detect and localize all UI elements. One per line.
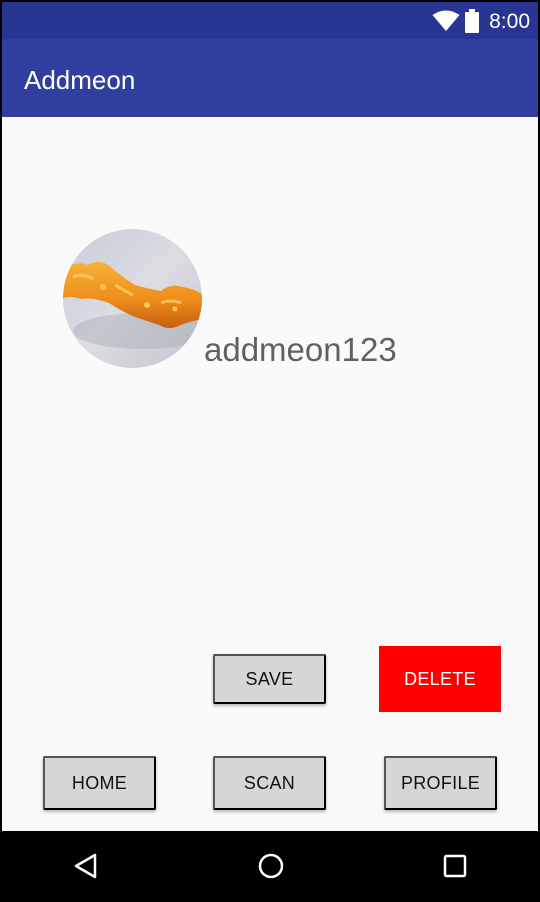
save-button[interactable]: SAVE — [213, 654, 326, 704]
system-nav-bar — [2, 831, 538, 900]
scan-button[interactable]: SCAN — [213, 756, 326, 810]
home-button[interactable]: HOME — [43, 756, 156, 810]
app-screen: 8:00 Addmeon addmeon123 SAVE DELETE HOME… — [2, 2, 538, 900]
wifi-icon — [432, 10, 460, 31]
profile-button[interactable]: PROFILE — [384, 756, 497, 810]
username: addmeon123 — [204, 331, 397, 368]
status-bar: 8:00 — [2, 2, 538, 39]
delete-button[interactable]: DELETE — [379, 646, 501, 712]
home-circle-icon[interactable] — [257, 852, 285, 880]
back-icon[interactable] — [73, 853, 99, 879]
cheese-puff-photo — [63, 229, 202, 368]
status-time: 8:00 — [489, 10, 530, 33]
app-title: Addmeon — [24, 65, 136, 95]
app-bar: Addmeon — [2, 39, 538, 117]
avatar — [63, 229, 202, 368]
recents-icon[interactable] — [443, 854, 467, 878]
battery-icon — [465, 9, 479, 33]
